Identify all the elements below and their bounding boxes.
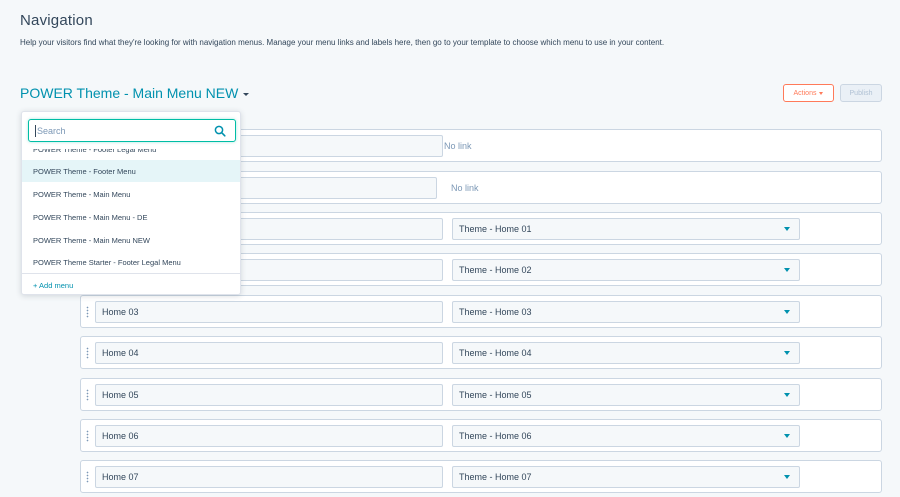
dropdown-list: POWER Theme - Footer Legal Menu POWER Th… [22,149,240,273]
link-select-value: Theme - Home 03 [459,307,532,317]
caret-down-icon [784,351,790,355]
drag-handle-icon[interactable] [86,471,89,483]
search-icon[interactable] [214,125,226,137]
menu-item-label-input[interactable]: Home 06 [95,425,443,447]
menu-item-label: Home 07 [102,472,139,482]
dropdown-search-box [28,119,236,142]
drag-handle-icon[interactable] [86,306,89,318]
menu-item-link-select[interactable]: Theme - Home 05 [452,384,800,406]
caret-down-icon [784,227,790,231]
menu-selector[interactable]: POWER Theme - Main Menu NEW [20,85,250,101]
dropdown-item[interactable]: POWER Theme - Main Menu NEW [22,229,240,251]
actions-button-label: Actions [793,89,817,97]
menu-item-link-select[interactable]: Theme - Home 04 [452,342,800,364]
drag-handle-icon[interactable] [86,389,89,401]
menu-item-link-select[interactable]: Theme - Home 03 [452,301,800,323]
drag-handle-icon[interactable] [86,347,89,359]
no-link-text: No link [451,183,479,193]
page-description: Help your visitors find what they're loo… [20,38,665,47]
menu-item-link-select[interactable]: Theme - Home 02 [452,259,800,281]
menu-item-label: Home 04 [102,348,139,358]
divider [22,273,240,274]
menu-item-row: Home 04 Theme - Home 04 [80,336,882,369]
menu-item-label: Home 06 [102,431,139,441]
no-link-text: No link [444,141,472,151]
menu-dropdown: POWER Theme - Footer Legal Menu POWER Th… [21,111,241,295]
menu-item-link-select[interactable]: Theme - Home 01 [452,218,800,240]
menu-item-row: Home 06 Theme - Home 06 [80,419,882,452]
caret-down-icon [784,434,790,438]
menu-item-link-select[interactable]: Theme - Home 07 [452,466,800,488]
link-select-value: Theme - Home 04 [459,348,532,358]
caret-down-icon [819,91,824,95]
menu-item-label-input[interactable]: Home 07 [95,466,443,488]
page-title: Navigation [20,12,93,29]
actions-button[interactable]: Actions [783,84,834,102]
add-menu-link[interactable]: + Add menu [33,281,73,290]
menu-item-link-select[interactable]: Theme - Home 06 [452,425,800,447]
link-select-value: Theme - Home 01 [459,224,532,234]
menu-item-row: Home 03 Theme - Home 03 [80,295,882,328]
caret-down-icon [784,393,790,397]
menu-item-row: Home 07 Theme - Home 07 [80,460,882,493]
dropdown-item[interactable]: POWER Theme - Main Menu - DE [22,206,240,228]
publish-button[interactable]: Publish [840,84,882,102]
caret-down-icon [784,475,790,479]
menu-item-label-input[interactable]: Home 03 [95,301,443,323]
caret-down-icon [784,268,790,272]
link-select-value: Theme - Home 02 [459,265,532,275]
link-select-value: Theme - Home 06 [459,431,532,441]
menu-item-label: Home 03 [102,307,139,317]
drag-handle-icon[interactable] [86,430,89,442]
dropdown-item[interactable]: POWER Theme - Footer Legal Menu [22,149,240,160]
caret-down-icon [243,92,250,96]
menu-item-label-input[interactable]: Home 04 [95,342,443,364]
link-select-value: Theme - Home 07 [459,472,532,482]
link-select-value: Theme - Home 05 [459,390,532,400]
caret-down-icon [784,310,790,314]
dropdown-item[interactable]: POWER Theme - Footer Menu [22,160,240,182]
dropdown-item[interactable]: POWER Theme - Main Menu [22,183,240,205]
menu-item-label: Home 05 [102,390,139,400]
search-input[interactable] [35,125,205,137]
menu-item-label-input[interactable]: Home 05 [95,384,443,406]
menu-selector-label: POWER Theme - Main Menu NEW [20,85,239,101]
dropdown-item[interactable]: POWER Theme Starter - Footer Legal Menu [22,251,240,273]
menu-item-row: Home 05 Theme - Home 05 [80,378,882,411]
